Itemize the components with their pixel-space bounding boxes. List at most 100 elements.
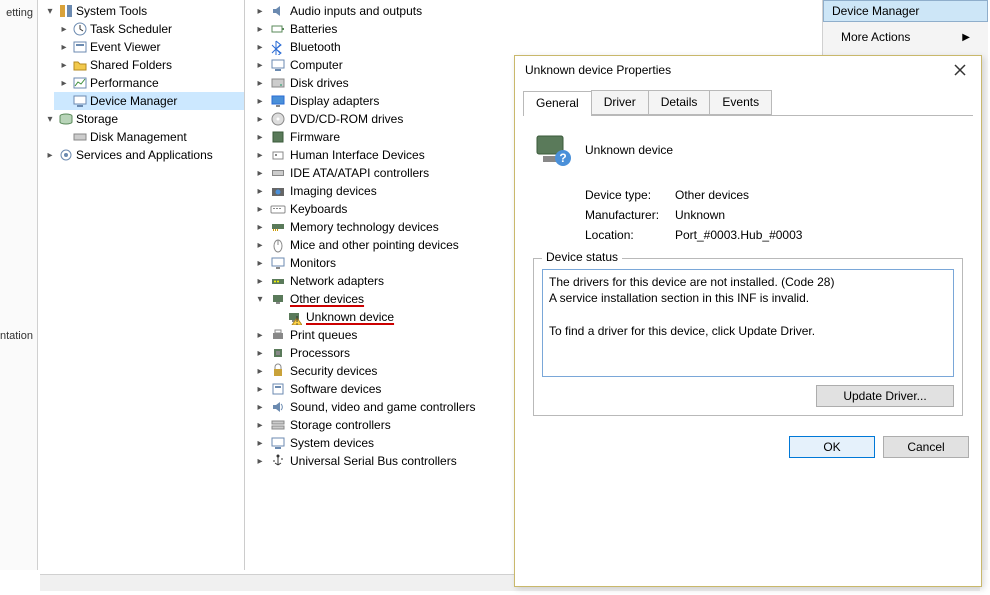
chevron-right-icon[interactable]: ▸ bbox=[254, 114, 266, 125]
info-mfr-value: Unknown bbox=[675, 208, 725, 222]
nav-shared-folders[interactable]: ▸ Shared Folders bbox=[54, 56, 244, 74]
chevron-right-icon[interactable]: ▸ bbox=[254, 330, 266, 341]
nav-event-viewer[interactable]: ▸ Event Viewer bbox=[54, 38, 244, 56]
device-label: Human Interface Devices bbox=[290, 148, 425, 162]
nav-label: Task Scheduler bbox=[90, 22, 172, 36]
nav-system-tools[interactable]: ▾ System Tools bbox=[40, 2, 244, 20]
chevron-right-icon[interactable]: ▸ bbox=[58, 42, 70, 53]
ok-button[interactable]: OK bbox=[789, 436, 875, 458]
update-driver-button[interactable]: Update Driver... bbox=[816, 385, 954, 407]
chevron-right-icon[interactable]: ▸ bbox=[44, 150, 56, 161]
chevron-right-icon[interactable]: ▸ bbox=[254, 132, 266, 143]
device-label: Security devices bbox=[290, 364, 377, 378]
tab-driver[interactable]: Driver bbox=[591, 90, 649, 115]
nav-label: Shared Folders bbox=[90, 58, 172, 72]
chevron-down-icon[interactable]: ▾ bbox=[254, 294, 266, 305]
folder-icon bbox=[72, 57, 88, 73]
device-label: Mice and other pointing devices bbox=[290, 238, 459, 252]
tab-details[interactable]: Details bbox=[648, 90, 711, 115]
device-label: Universal Serial Bus controllers bbox=[290, 454, 457, 468]
actions-header: Device Manager bbox=[823, 0, 988, 22]
device-manager-icon bbox=[72, 93, 88, 109]
device-label: Monitors bbox=[290, 256, 336, 270]
chevron-right-icon[interactable]: ▸ bbox=[254, 222, 266, 233]
nav-disk-management[interactable]: Disk Management bbox=[54, 128, 244, 146]
device-label: Firmware bbox=[290, 130, 340, 144]
chevron-right-icon[interactable]: ▸ bbox=[254, 42, 266, 53]
device-label: DVD/CD-ROM drives bbox=[290, 112, 403, 126]
chevron-right-icon[interactable]: ▸ bbox=[254, 240, 266, 251]
software-icon bbox=[270, 381, 286, 397]
nav-services[interactable]: ▸ Services and Applications bbox=[40, 146, 244, 164]
device-label: IDE ATA/ATAPI controllers bbox=[290, 166, 429, 180]
computer-icon bbox=[270, 57, 286, 73]
device-label: Display adapters bbox=[290, 94, 379, 108]
device-status-group: Device status The drivers for this devic… bbox=[533, 258, 963, 416]
chevron-right-icon[interactable]: ▸ bbox=[58, 60, 70, 71]
cd-icon bbox=[270, 111, 286, 127]
chevron-down-icon[interactable]: ▾ bbox=[44, 6, 56, 17]
sound-icon bbox=[270, 399, 286, 415]
device-label: Audio inputs and outputs bbox=[290, 4, 422, 18]
dialog-tabs: General Driver Details Events bbox=[523, 90, 973, 116]
close-button[interactable] bbox=[947, 60, 973, 80]
printer-icon bbox=[270, 327, 286, 343]
svg-text:!: ! bbox=[295, 314, 298, 326]
chevron-right-icon[interactable]: ▸ bbox=[254, 60, 266, 71]
perf-icon bbox=[72, 75, 88, 91]
actions-more-label: More Actions bbox=[841, 30, 910, 44]
nav-label: Event Viewer bbox=[90, 40, 160, 54]
device-status-text[interactable]: The drivers for this device are not inst… bbox=[542, 269, 954, 377]
device-category[interactable]: ▸Bluetooth bbox=[248, 38, 808, 56]
tab-general[interactable]: General bbox=[523, 91, 592, 116]
chevron-right-icon[interactable]: ▸ bbox=[254, 366, 266, 377]
chevron-right-icon[interactable]: ▸ bbox=[254, 168, 266, 179]
chevron-right-icon[interactable]: ▸ bbox=[254, 96, 266, 107]
nav-performance[interactable]: ▸ Performance bbox=[54, 74, 244, 92]
dialog-title: Unknown device Properties bbox=[525, 63, 671, 77]
info-type-value: Other devices bbox=[675, 188, 749, 202]
system-icon bbox=[270, 435, 286, 451]
device-category[interactable]: ▸ Audio inputs and outputs bbox=[248, 2, 808, 20]
chevron-right-icon[interactable]: ▸ bbox=[254, 420, 266, 431]
chevron-right-icon[interactable]: ▸ bbox=[254, 204, 266, 215]
chevron-right-icon[interactable]: ▸ bbox=[58, 24, 70, 35]
chevron-right-icon[interactable]: ▸ bbox=[254, 438, 266, 449]
dialog-buttons: OK Cancel bbox=[515, 426, 981, 470]
chevron-right-icon[interactable]: ▸ bbox=[254, 276, 266, 287]
ide-icon bbox=[270, 165, 286, 181]
device-header: ? Unknown device bbox=[533, 130, 963, 170]
device-category[interactable]: ▸ Batteries bbox=[248, 20, 808, 38]
chevron-down-icon[interactable]: ▾ bbox=[44, 114, 56, 125]
nav-storage[interactable]: ▾ Storage bbox=[40, 110, 244, 128]
chevron-right-icon[interactable]: ▸ bbox=[254, 186, 266, 197]
device-label: Network adapters bbox=[290, 274, 384, 288]
mouse-icon bbox=[270, 237, 286, 253]
dialog-titlebar[interactable]: Unknown device Properties bbox=[515, 56, 981, 84]
chevron-right-icon[interactable]: ▸ bbox=[254, 384, 266, 395]
chevron-right-icon[interactable]: ▸ bbox=[254, 78, 266, 89]
chevron-right-icon[interactable]: ▸ bbox=[58, 78, 70, 89]
device-label: Software devices bbox=[290, 382, 381, 396]
cancel-button[interactable]: Cancel bbox=[883, 436, 969, 458]
chevron-right-icon: ▶ bbox=[962, 32, 970, 43]
actions-more[interactable]: More Actions ▶ bbox=[823, 22, 988, 52]
chevron-right-icon[interactable]: ▸ bbox=[254, 348, 266, 359]
chevron-right-icon[interactable]: ▸ bbox=[254, 456, 266, 467]
tab-events[interactable]: Events bbox=[709, 90, 772, 115]
dialog-body: ? Unknown device Device type:Other devic… bbox=[515, 116, 981, 426]
display-icon bbox=[270, 93, 286, 109]
device-label: Batteries bbox=[290, 22, 337, 36]
chevron-right-icon[interactable]: ▸ bbox=[254, 402, 266, 413]
hid-icon bbox=[270, 147, 286, 163]
device-name: Unknown device bbox=[585, 143, 673, 157]
event-icon bbox=[72, 39, 88, 55]
nav-label: System Tools bbox=[76, 4, 147, 18]
nav-device-manager[interactable]: Device Manager bbox=[54, 92, 244, 110]
chevron-right-icon[interactable]: ▸ bbox=[254, 6, 266, 17]
nav-task-scheduler[interactable]: ▸ Task Scheduler bbox=[54, 20, 244, 38]
chevron-right-icon[interactable]: ▸ bbox=[254, 150, 266, 161]
security-icon bbox=[270, 363, 286, 379]
chevron-right-icon[interactable]: ▸ bbox=[254, 24, 266, 35]
chevron-right-icon[interactable]: ▸ bbox=[254, 258, 266, 269]
